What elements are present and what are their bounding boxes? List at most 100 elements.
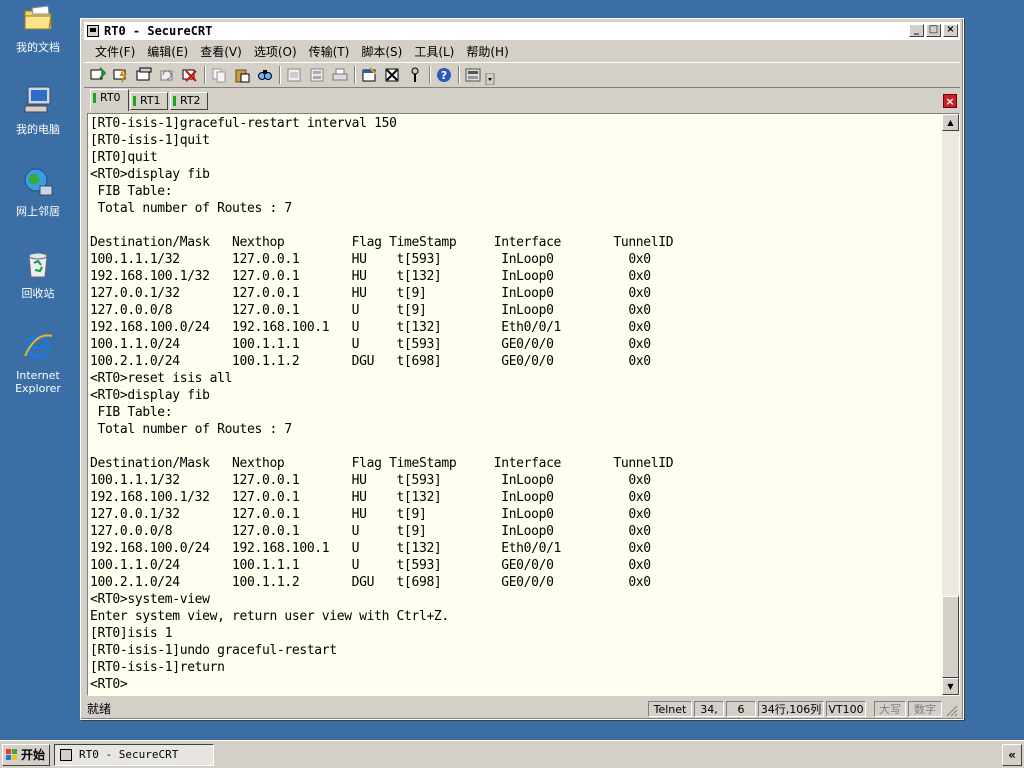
connected-indicator-icon <box>173 96 176 106</box>
terminal-line: 127.0.0.0/8 127.0.0.1 U t[9] InLoop0 0x0 <box>90 303 651 318</box>
terminal-line: 127.0.0.1/32 127.0.0.1 HU t[9] InLoop0 0… <box>90 286 651 301</box>
recycle-bin-icon <box>28 252 48 278</box>
menu-edit[interactable]: 编辑(E) <box>141 41 194 61</box>
tab-rt1[interactable]: RT1 <box>130 92 168 110</box>
toolbar: ? <box>84 62 960 88</box>
desktop-icon-label: 我的电脑 <box>16 123 60 136</box>
desktop-icon-label: 我的文档 <box>16 41 60 54</box>
terminal-line: <RT0>display fib <box>90 167 210 182</box>
terminal-line: Enter system view, return user view with… <box>90 609 449 624</box>
tab-label: RT0 <box>100 91 121 104</box>
copy-icon[interactable] <box>211 67 227 83</box>
global-options-icon[interactable] <box>384 67 400 83</box>
svg-text:?: ? <box>441 69 447 82</box>
scroll-down-icon[interactable]: ▼ <box>942 678 959 695</box>
session-options-icon[interactable] <box>361 67 377 83</box>
title-bar[interactable]: RT0 - SecureCRT _ □ × <box>84 22 960 40</box>
terminal-output: [RT0-isis-1]graceful-restart interval 15… <box>90 115 674 693</box>
paste-icon[interactable] <box>234 67 250 83</box>
terminal-line: Destination/Mask Nexthop Flag TimeStamp … <box>90 456 674 471</box>
status-col: 6 <box>726 701 756 717</box>
disconnect-icon[interactable] <box>182 67 198 83</box>
menu-tools[interactable]: 工具(L) <box>408 41 460 61</box>
status-size: 34行,106列 <box>758 701 824 717</box>
network-globe-icon <box>24 168 53 196</box>
resize-grip-icon[interactable] <box>946 705 958 717</box>
status-row: 34, <box>694 701 724 717</box>
connected-indicator-icon <box>133 96 136 106</box>
menu-transfer[interactable]: 传输(T) <box>303 41 356 61</box>
status-emulation: VT100 <box>826 701 866 717</box>
terminal-line: <RT0>display fib <box>90 388 210 403</box>
desktop-icon-label: Internet Explorer <box>15 369 61 395</box>
desktop-icon-my-documents[interactable]: 我的文档 <box>6 2 70 54</box>
desktop-icon-internet-explorer[interactable]: Internet Explorer <box>6 330 70 395</box>
connect-icon[interactable] <box>90 67 106 83</box>
desktop-icon-recycle-bin[interactable]: 回收站 <box>6 248 70 300</box>
customize-toolbar-icon[interactable] <box>465 67 481 83</box>
desktop-icon-label: 网上邻居 <box>16 205 60 218</box>
terminal-line: Destination/Mask Nexthop Flag TimeStamp … <box>90 235 674 250</box>
maximize-button[interactable]: □ <box>926 24 941 37</box>
terminal-line: <RT0>system-view <box>90 592 210 607</box>
terminal-line: [RT0-isis-1]undo graceful-restart <box>90 643 337 658</box>
terminal-line: [RT0]quit <box>90 150 158 165</box>
connect-in-tab-icon[interactable] <box>136 67 152 83</box>
status-caps: 大写 <box>874 701 906 717</box>
menu-file[interactable]: 文件(F) <box>89 41 141 61</box>
session-tab-bar: RT0 RT1 RT2 × <box>84 89 960 111</box>
tab-rt2[interactable]: RT2 <box>170 92 208 110</box>
toolbar-overflow-icon[interactable] <box>485 73 495 85</box>
print-selection-icon[interactable] <box>309 67 325 83</box>
close-button[interactable]: × <box>943 24 958 37</box>
print-screen-icon[interactable] <box>286 67 302 83</box>
connected-indicator-icon <box>93 93 96 103</box>
tab-rt0[interactable]: RT0 <box>90 89 129 111</box>
desktop-icon-my-computer[interactable]: 我的电脑 <box>6 84 70 136</box>
start-button[interactable]: 开始 <box>2 744 50 766</box>
help-icon[interactable]: ? <box>436 67 452 83</box>
taskbar: 开始 RT0 - SecureCRT « <box>0 740 1024 768</box>
terminal-line: [RT0-isis-1]graceful-restart interval 15… <box>90 116 397 131</box>
terminal-area[interactable]: [RT0-isis-1]graceful-restart interval 15… <box>87 113 960 696</box>
menu-help[interactable]: 帮助(H) <box>460 41 514 61</box>
scrollbar-thumb[interactable] <box>942 596 959 678</box>
terminal-line: 100.1.1.0/24 100.1.1.1 U t[593] GE0/0/0 … <box>90 337 651 352</box>
status-ready: 就绪 <box>87 702 112 716</box>
close-tab-icon[interactable]: × <box>943 94 957 108</box>
windows-logo-icon <box>6 749 17 760</box>
terminal-line: <RT0> <box>90 677 128 692</box>
find-icon[interactable] <box>257 67 273 83</box>
taskbar-item-securecrt[interactable]: RT0 - SecureCRT <box>54 744 214 766</box>
tab-label: RT1 <box>140 94 161 107</box>
tab-label: RT2 <box>180 94 201 107</box>
terminal-line: [RT0]isis 1 <box>90 626 173 641</box>
terminal-line: 100.1.1.1/32 127.0.0.1 HU t[593] InLoop0… <box>90 473 651 488</box>
securecrt-window: RT0 - SecureCRT _ □ × 文件(F) 编辑(E) 查看(V) 选项(… <box>80 18 964 720</box>
print-icon[interactable] <box>332 67 348 83</box>
terminal-line: 192.168.100.1/32 127.0.0.1 HU t[132] InL… <box>90 490 651 505</box>
start-label: 开始 <box>21 748 46 762</box>
terminal-line: Total number of Routes : 7 <box>90 422 292 437</box>
terminal-line: 100.1.1.1/32 127.0.0.1 HU t[593] InLoop0… <box>90 252 651 267</box>
terminal-line: 192.168.100.0/24 192.168.100.1 U t[132] … <box>90 320 651 335</box>
desktop-icon-network-places[interactable]: 网上邻居 <box>6 166 70 218</box>
taskbar-item-label: RT0 - SecureCRT <box>79 748 179 761</box>
terminal-line: 192.168.100.1/32 127.0.0.1 HU t[132] InL… <box>90 269 651 284</box>
tray-expand-button[interactable]: « <box>1002 744 1022 766</box>
quick-connect-icon[interactable] <box>113 67 129 83</box>
terminal-line: [RT0-isis-1]return <box>90 660 225 675</box>
terminal-line: <RT0>reset isis all <box>90 371 233 386</box>
terminal-line: FIB Table: <box>90 184 173 199</box>
vertical-scrollbar[interactable]: ▲ ▼ <box>942 114 959 695</box>
reconnect-icon[interactable] <box>159 67 175 83</box>
terminal-line: 127.0.0.1/32 127.0.0.1 HU t[9] InLoop0 0… <box>90 507 651 522</box>
minimize-button[interactable]: _ <box>909 24 924 37</box>
menu-view[interactable]: 查看(V) <box>194 41 248 61</box>
scroll-up-icon[interactable]: ▲ <box>942 114 959 131</box>
menu-options[interactable]: 选项(O) <box>248 41 303 61</box>
desktop-icon-label: 回收站 <box>21 287 55 300</box>
securecrt-app-icon <box>60 749 72 761</box>
key-icon[interactable] <box>407 67 423 83</box>
menu-script[interactable]: 脚本(S) <box>355 41 408 61</box>
